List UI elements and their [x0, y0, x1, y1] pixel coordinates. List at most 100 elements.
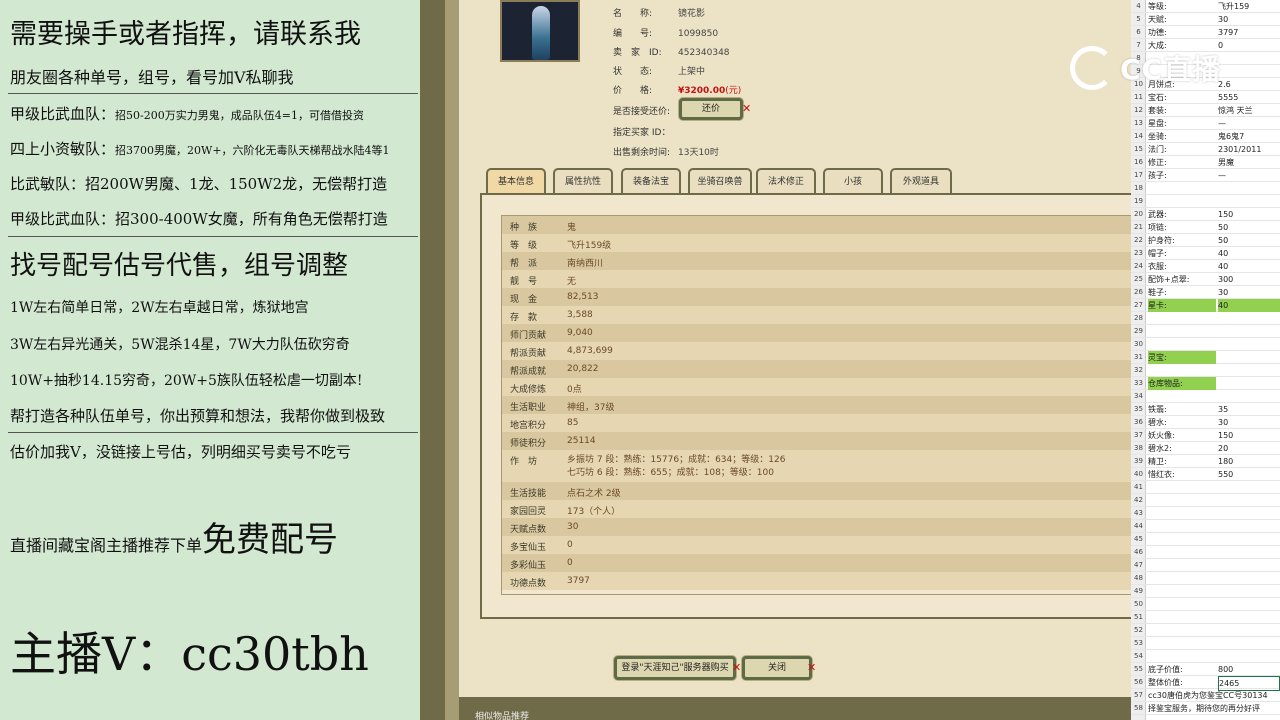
sheet-row[interactable]: 56 整体价值: 2465 [1131, 676, 1280, 691]
sheet-cell-value[interactable]: 300 [1218, 273, 1233, 286]
sheet-row[interactable]: 46 [1131, 546, 1280, 559]
sheet-row[interactable]: 26 鞋子: 30 [1131, 286, 1280, 299]
login-purchase-button[interactable]: 登录"天涯知己"服务器购买 [614, 656, 736, 680]
sheet-cell-label[interactable]: 配饰+点翠: [1148, 273, 1189, 286]
tab-basic-info[interactable]: 基本信息 [486, 168, 546, 194]
sheet-cell-label[interactable]: cc30唐伯虎为您鉴宝CC号30134 [1148, 689, 1268, 702]
sheet-row[interactable]: 17 孩子: — [1131, 169, 1280, 182]
sheet-cell-label[interactable]: 整体价值: [1148, 676, 1183, 689]
sheet-cell-label[interactable]: 碧水: [1148, 416, 1167, 429]
sheet-cell-value[interactable]: 3797 [1218, 26, 1238, 39]
sheet-cell-value[interactable]: 40 [1218, 247, 1228, 260]
sheet-cell-label[interactable]: 灵宝: [1148, 351, 1216, 364]
sheet-row[interactable]: 12 套装: 惊鸿 天兰 [1131, 104, 1280, 117]
sheet-row[interactable]: 19 [1131, 195, 1280, 208]
sheet-row[interactable]: 11 宝石: 5555 [1131, 91, 1280, 104]
sheet-cell-label[interactable]: 底子价值: [1148, 663, 1183, 676]
sheet-row[interactable]: 18 [1131, 182, 1280, 195]
sheet-cell-label[interactable]: 宝石: [1148, 91, 1167, 104]
close-button[interactable]: 关闭 [742, 656, 812, 680]
tab-child[interactable]: 小孩 [823, 168, 883, 194]
sheet-row[interactable]: 29 [1131, 325, 1280, 338]
sheet-cell-value[interactable]: 150 [1218, 429, 1233, 442]
sheet-cell-value[interactable]: 30 [1218, 416, 1228, 429]
sheet-cell-label[interactable]: 精卫: [1148, 455, 1167, 468]
sheet-row[interactable]: 13 星盘: — [1131, 117, 1280, 130]
sheet-row[interactable]: 40 惜红衣: 550 [1131, 468, 1280, 481]
bargain-close-icon[interactable]: ✕ [742, 102, 751, 115]
sheet-cell-value[interactable]: 鬼6鬼7 [1218, 130, 1244, 143]
sheet-row[interactable]: 27 星卡: 40 [1131, 299, 1280, 312]
sheet-cell-value[interactable]: 50 [1218, 221, 1228, 234]
sheet-cell-value[interactable]: 150 [1218, 208, 1233, 221]
sheet-cell-label[interactable]: 修正: [1148, 156, 1167, 169]
sheet-row[interactable]: 23 帽子: 40 [1131, 247, 1280, 260]
sheet-row[interactable]: 48 [1131, 572, 1280, 585]
sheet-row[interactable]: 28 [1131, 312, 1280, 325]
sheet-row[interactable]: 57 cc30唐伯虎为您鉴宝CC号30134 [1131, 689, 1280, 702]
sheet-cell-label[interactable]: 天赋: [1148, 13, 1167, 26]
sheet-cell-label[interactable]: 武器: [1148, 208, 1167, 221]
sheet-cell-label[interactable]: 功德: [1148, 26, 1167, 39]
tab-spell-correction[interactable]: 法术修正 [756, 168, 816, 194]
sheet-row[interactable]: 24 衣服: 40 [1131, 260, 1280, 273]
sheet-row[interactable]: 14 坐骑: 鬼6鬼7 [1131, 130, 1280, 143]
sheet-cell-label[interactable]: 坐骑: [1148, 130, 1167, 143]
sheet-cell-value[interactable]: 2301/2011 [1218, 143, 1261, 156]
sheet-row[interactable]: 21 项链: 50 [1131, 221, 1280, 234]
sheet-row[interactable]: 5 天赋: 30 [1131, 13, 1280, 26]
sheet-cell-value[interactable]: 40 [1218, 299, 1280, 312]
sheet-cell-value[interactable]: — [1218, 117, 1226, 130]
sheet-row[interactable]: 33 仓库物品: [1131, 377, 1280, 390]
sheet-row[interactable]: 52 [1131, 624, 1280, 637]
sheet-cell-value[interactable]: 800 [1218, 663, 1233, 676]
tab-appearance[interactable]: 外观道具 [890, 168, 952, 194]
sheet-cell-label[interactable]: 仓库物品: [1148, 377, 1216, 390]
sheet-row[interactable]: 44 [1131, 520, 1280, 533]
sheet-row[interactable]: 25 配饰+点翠: 300 [1131, 273, 1280, 286]
sheet-row[interactable]: 15 法门: 2301/2011 [1131, 143, 1280, 156]
sheet-row[interactable]: 51 [1131, 611, 1280, 624]
tab-mounts-pets[interactable]: 坐骑召唤兽 [688, 168, 752, 194]
sheet-cell-label[interactable]: 碧水2: [1148, 442, 1172, 455]
sheet-row[interactable]: 6 功德: 3797 [1131, 26, 1280, 39]
sheet-cell-label[interactable]: 妖火像: [1148, 429, 1175, 442]
sheet-cell-value[interactable]: 35 [1218, 403, 1228, 416]
sheet-row[interactable]: 4 等级: 飞升159 [1131, 0, 1280, 13]
sheet-cell-value[interactable]: 男魔 [1218, 156, 1234, 169]
sheet-row[interactable]: 32 [1131, 364, 1280, 377]
sheet-cell-label[interactable]: 铁翡: [1148, 403, 1167, 416]
sheet-row[interactable]: 35 铁翡: 35 [1131, 403, 1280, 416]
sheet-row[interactable]: 38 碧水2: 20 [1131, 442, 1280, 455]
sheet-row[interactable]: 16 修正: 男魔 [1131, 156, 1280, 169]
sheet-cell-value[interactable]: 20 [1218, 442, 1228, 455]
sheet-cell-value[interactable]: 180 [1218, 455, 1233, 468]
sheet-row[interactable]: 45 [1131, 533, 1280, 546]
sheet-cell-label[interactable]: 择鉴宝服务，期待您的再分好评 [1148, 702, 1260, 715]
sheet-cell-label[interactable]: 套装: [1148, 104, 1167, 117]
sheet-cell-label[interactable]: 护身符: [1148, 234, 1175, 247]
sheet-row[interactable]: 42 [1131, 494, 1280, 507]
sheet-row[interactable]: 20 武器: 150 [1131, 208, 1280, 221]
sheet-row[interactable]: 47 [1131, 559, 1280, 572]
sheet-row[interactable]: 34 [1131, 390, 1280, 403]
bargain-button[interactable]: 还价 [679, 98, 743, 120]
sheet-cell-label[interactable]: 帽子: [1148, 247, 1167, 260]
sheet-row[interactable]: 22 护身符: 50 [1131, 234, 1280, 247]
sheet-row[interactable]: 50 [1131, 598, 1280, 611]
sheet-row[interactable]: 37 妖火像: 150 [1131, 429, 1280, 442]
tab-attributes[interactable]: 属性抗性 [553, 168, 613, 194]
sheet-cell-value[interactable]: 5555 [1218, 91, 1238, 104]
sheet-cell-value[interactable]: 30 [1218, 13, 1228, 26]
sheet-cell-label[interactable]: 孩子: [1148, 169, 1167, 182]
sheet-row[interactable]: 58 择鉴宝服务，期待您的再分好评 [1131, 702, 1280, 715]
sheet-cell-label[interactable]: 惜红衣: [1148, 468, 1175, 481]
sheet-cell-value[interactable]: 40 [1218, 260, 1228, 273]
sheet-cell-value[interactable]: 30 [1218, 286, 1228, 299]
sheet-cell-label[interactable]: 项链: [1148, 221, 1167, 234]
sheet-row[interactable]: 36 碧水: 30 [1131, 416, 1280, 429]
sheet-row[interactable]: 30 [1131, 338, 1280, 351]
sheet-row[interactable]: 41 [1131, 481, 1280, 494]
close-x-icon[interactable]: ✕ [807, 661, 816, 674]
sheet-cell-label[interactable]: 法门: [1148, 143, 1167, 156]
